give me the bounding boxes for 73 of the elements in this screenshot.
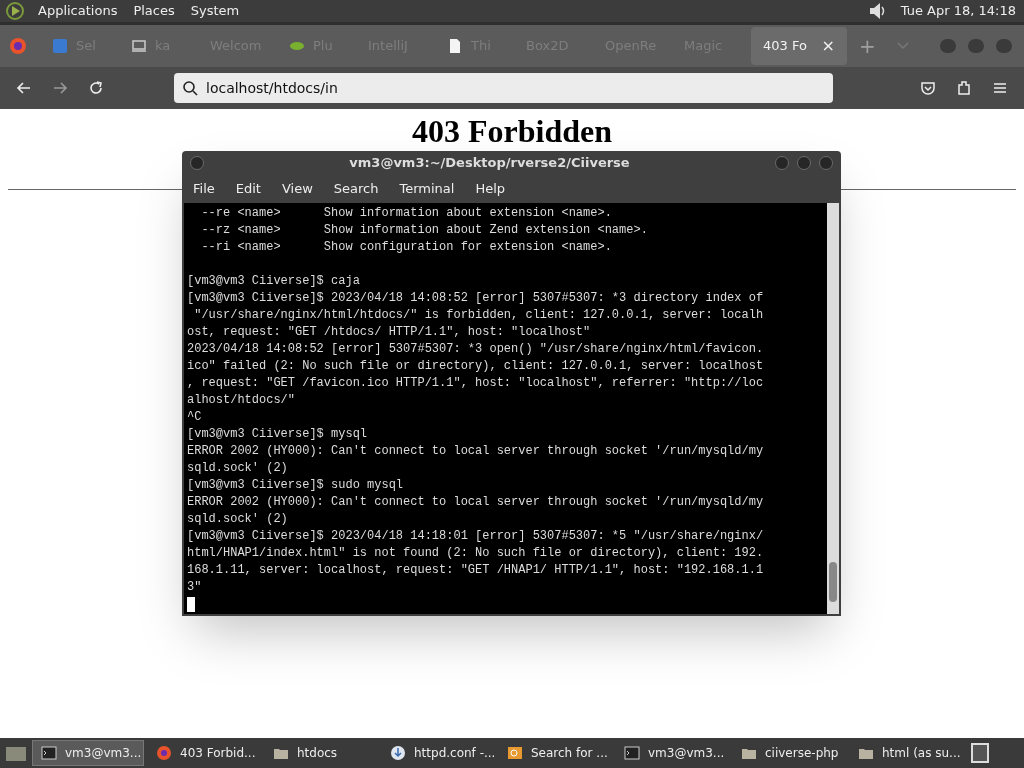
terminal-line: 168.1.11, server: localhost, request: "GET /HNAP1/ HTTP/1.1", host: "192.168.1.1 xyxy=(187,562,765,579)
taskbar-button[interactable]: vm3@vm3... xyxy=(616,740,729,766)
address-field[interactable]: localhost/htdocs/in xyxy=(174,73,833,103)
terminal-line: ERROR 2002 (HY000): Can't connect to local server through socket '/run/mysqld/my xyxy=(187,494,765,511)
clock[interactable]: Tue Apr 18, 14:18 xyxy=(900,1,1020,21)
pocket-icon[interactable] xyxy=(920,80,936,96)
minimize-button[interactable] xyxy=(775,156,789,170)
maximize-button[interactable] xyxy=(968,39,984,53)
page-icon xyxy=(447,38,463,54)
menu-item[interactable]: System xyxy=(190,1,240,21)
page-heading: 403 Forbidden xyxy=(411,112,613,149)
monitor-icon xyxy=(131,38,147,54)
terminal-line: "/usr/share/nginx/html/htdocs/" is forbidden, client: 127.0.0.1, server: localh xyxy=(193,307,765,324)
window-title: vm3@vm3:~/Desktop/rverse2/Ciiverse xyxy=(348,154,631,173)
terminal-line: --ri <name> Show configuration for extension <name>. xyxy=(200,239,613,256)
taskbar-button[interactable]: vm3@vm3... xyxy=(32,740,144,766)
tab[interactable]: 403 Fo × xyxy=(751,27,847,65)
extensions-icon[interactable] xyxy=(956,80,972,96)
terminal-line: sqld.sock' (2) xyxy=(187,511,289,528)
terminal-line: [vm3@vm3 Ciiverse]$ 2023/04/18 14:08:52 [error] 5307#5307: *3 directory index of xyxy=(187,290,765,307)
terminal-line: ERROR 2002 (HY000): Can't connect to local server through socket '/run/mysqld/my xyxy=(187,443,765,460)
terminal-line: 3" xyxy=(187,579,203,596)
terminal-line: --re <name> Show information about extension <name>. xyxy=(200,205,613,222)
terminal-line: , request: "GET /favicon.ico HTTP/1.1", host: "localhost", referrer: "http://loc xyxy=(187,375,765,392)
menu-icon[interactable] xyxy=(992,80,1008,96)
terminal-icon xyxy=(624,745,640,761)
reload-icon[interactable] xyxy=(88,80,104,96)
back-icon[interactable] xyxy=(16,80,32,96)
search-icon xyxy=(507,745,523,761)
close-button[interactable] xyxy=(996,39,1012,53)
close-tab-button[interactable]: × xyxy=(821,34,835,58)
scrollbar-thumb[interactable] xyxy=(829,562,837,602)
tab-list-icon[interactable] xyxy=(895,41,910,51)
terminal-line: [vm3@vm3 Ciiverse]$ sudo mysql xyxy=(187,477,405,494)
menu-item[interactable]: View xyxy=(281,179,313,199)
minimize-button[interactable] xyxy=(940,39,956,53)
square-icon xyxy=(52,38,68,54)
firefox-icon xyxy=(156,745,172,761)
menu-item[interactable]: Applications xyxy=(38,1,118,21)
search-icon xyxy=(182,80,198,96)
forward-icon[interactable] xyxy=(52,80,68,96)
maximize-button[interactable] xyxy=(797,156,811,170)
taskbar-button[interactable]: Search for ... xyxy=(499,740,612,766)
close-button[interactable] xyxy=(819,156,833,170)
menu-item[interactable]: Edit xyxy=(235,179,261,199)
scrollbar[interactable] xyxy=(827,203,839,614)
menu-item[interactable]: Places xyxy=(133,1,175,21)
terminal-line: html/HNAP1/index.html" is not found (2: No such file or directory), client: 192. xyxy=(187,545,765,562)
terminal-line: ico" failed (2: No such file or directory), client: 127.0.0.1, server: localhost xyxy=(187,358,765,375)
terminal-line: [vm3@vm3 Ciiverse]$ caja xyxy=(187,273,361,290)
taskbar-button[interactable]: htdocs xyxy=(265,740,378,766)
terminal-line: sqld.sock' (2) xyxy=(187,460,289,477)
terminal-line: [vm3@vm3 Ciiverse]$ 2023/04/18 14:18:01 [error] 5307#5307: *5 "/usr/share/nginx/ xyxy=(187,528,765,545)
terminal-line: 2023/04/18 14:08:52 [error] 5307#5307: *3 open() "/usr/share/nginx/html/favicon. xyxy=(187,341,765,358)
menu-item[interactable]: Help xyxy=(475,179,506,199)
window-menu-button[interactable] xyxy=(190,156,204,170)
menu-item[interactable]: File xyxy=(193,179,215,199)
menu-item[interactable]: Terminal xyxy=(399,179,455,199)
terminal-icon xyxy=(41,745,57,761)
taskbar-button[interactable]: html (as su... xyxy=(850,740,963,766)
menu-item[interactable]: Search xyxy=(333,179,379,199)
workspace-switcher[interactable] xyxy=(971,743,989,763)
terminal-line: ost, request: "GET /htdocs/ HTTP/1.1", host: "localhost" xyxy=(187,324,592,341)
terminal-line: [vm3@vm3 Ciiverse]$ mysql xyxy=(187,426,369,443)
terminal-line: alhost/htdocs/" xyxy=(187,392,297,409)
terminal-line: ^C xyxy=(187,409,203,426)
firefox-icon[interactable] xyxy=(8,36,28,56)
cursor xyxy=(187,597,195,612)
menu-logo-icon[interactable] xyxy=(4,1,26,21)
taskbar-button[interactable]: httpd.conf -... xyxy=(382,740,495,766)
taskbar-button[interactable]: ciiverse-php xyxy=(733,740,846,766)
terminal-line: --rz <name> Show information about Zend extension <name>. xyxy=(200,222,649,239)
taskbar-button[interactable]: 403 Forbid... xyxy=(148,740,261,766)
